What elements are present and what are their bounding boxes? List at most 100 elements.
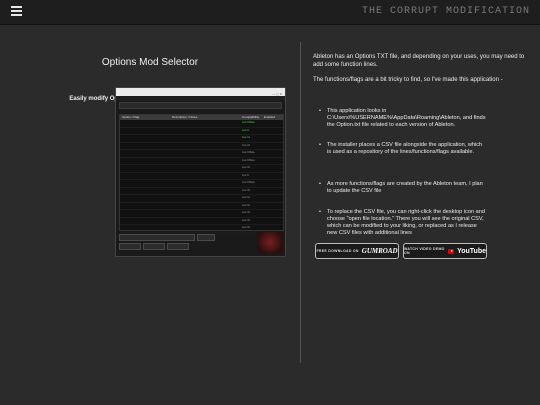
window-path-field [119,234,195,241]
window-button [143,243,165,250]
grid-cell: Live 10 [242,203,251,207]
grid-row: Live 10 [120,203,283,210]
gumroad-button-caption: FREE DOWNLOAD ON [316,249,359,253]
grid-cell [264,218,282,225]
grid-row: Live 9 Beta [120,158,283,165]
column-divider [300,42,301,363]
grid-cell [172,195,242,202]
grid-cell: Live 9 Beta [242,181,255,184]
description-panel: Ableton has an Options TXT file, and dep… [313,54,525,93]
grid-cell: Live 10 [242,211,251,214]
youtube-play-icon [448,248,455,254]
grid-cell [172,143,242,150]
intro-paragraph: Ableton has an Options TXT file, and dep… [313,54,525,68]
grid-row: Live 10 [120,210,283,218]
grid-cell: Live 9 [242,128,249,132]
grid-row: Live 10 [120,143,283,150]
grid-cell [120,203,172,210]
feature-item: This application looks in C:\Users\%USER… [317,108,487,129]
window-menu-bar [116,96,285,101]
grid-row: Live 9 [120,128,283,135]
grid-cell [120,195,172,202]
grid-row: Live 9 Beta [120,180,283,188]
grid-cell: Live 10 [242,188,251,192]
grid-cell: Live 9 [242,173,249,177]
grid-row: Live 9 Beta [120,120,283,128]
grid-cell [172,188,242,195]
feature-item: As more functions/flags are created by t… [317,181,487,195]
grid-row: Live 10 [120,165,283,173]
grid-cell [120,218,172,225]
grid-cell: Live 9 Beta [242,158,255,162]
gumroad-logo: GUMROAD [361,247,398,255]
top-bar: THE CORRUPT MODIFICATION [0,0,540,25]
grid-cell [172,150,242,157]
grid-cell [264,195,282,202]
gumroad-download-button[interactable]: FREE DOWNLOAD ON GUMROAD [315,243,399,259]
grid-cell [120,143,172,150]
grid-cell: Live 10 [242,218,251,222]
grid-cell [172,203,242,210]
grid-cell: Live 10 [242,143,251,147]
grid-row: Live 9 Beta [120,150,283,158]
grid-cell [172,120,242,127]
youtube-button-caption: WATCH VIDEO DEMO ON [404,247,445,255]
page-title: Options Mod Selector [101,57,199,68]
grid-cell: Live 9 Beta [242,151,255,154]
hamburger-menu-icon[interactable] [11,6,22,17]
youtube-demo-button[interactable]: WATCH VIDEO DEMO ON YouTube [403,243,487,259]
grid-cell [264,180,282,187]
grid-cell [120,128,172,135]
grid-cell [264,225,282,232]
grid-cell [172,165,242,172]
grid-cell [264,188,282,195]
grid-cell [172,210,242,217]
app-screenshot: — ▢ ✕ Option / Flag Description / Notes … [115,87,286,257]
grid-cell [172,158,242,165]
grid-cell [172,180,242,187]
grid-cell [120,188,172,195]
grid-cell [264,173,282,180]
grid-cell [172,173,242,180]
window-button [119,243,141,250]
grid-cell [120,135,172,142]
grid-row: Live 10 [120,218,283,225]
grid-cell [264,150,282,157]
grid-cell [120,210,172,217]
grid-cell [172,225,242,232]
grid-cell: Live 11 [242,136,250,139]
grid-cell [120,173,172,180]
grid-cell [172,135,242,142]
grid-cell [172,218,242,225]
window-button [167,243,189,250]
grid-cell [264,120,282,127]
window-controls-icon: — ▢ ✕ [271,92,282,96]
grid-cell: Live 9 Beta [242,121,255,124]
grid-cell [264,128,282,135]
feature-item: To replace the CSV file, you can right-c… [317,209,487,237]
intro-paragraph-2: The functions/flags are a bit tricky to … [313,77,503,83]
grid-row: Live 10 [120,188,283,195]
grid-cell: Live 10 [242,226,251,229]
grid-cell: Live 11 [242,196,250,199]
grid-cell: Live 10 [242,166,251,169]
grid-row: Live 9 [120,173,283,180]
grid-cell [120,150,172,157]
grid-row: Live 11 [120,135,283,143]
grid-cell [264,165,282,172]
grid-cell [120,180,172,187]
grid-cell [264,158,282,165]
grid-cell [120,120,172,127]
window-title-bar: — ▢ ✕ [116,88,285,96]
grid-rows: Live 9 Beta Live 9 Live 11 Live 10 Live 9 Be… [120,120,283,233]
grid-row: Live 11 [120,195,283,203]
app-logo-icon [257,232,283,254]
grid-cell [264,143,282,150]
grid-cell [120,158,172,165]
youtube-logo: YouTube [457,247,486,255]
window-search-field [119,102,282,109]
grid-cell [264,135,282,142]
site-brand[interactable]: THE CORRUPT MODIFICATION [362,6,530,17]
window-bottom-controls [119,234,239,254]
feature-item: The installer places a CSV file alongsid… [317,142,487,156]
